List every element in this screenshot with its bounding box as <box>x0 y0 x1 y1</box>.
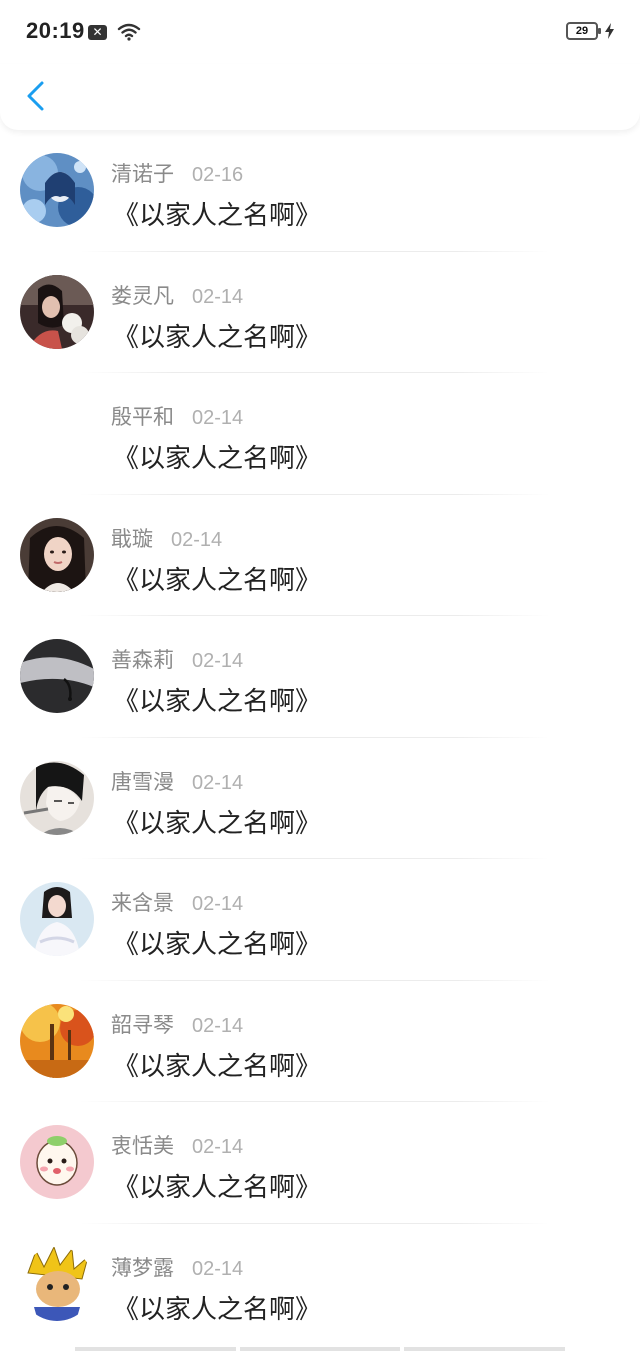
comment-text: 《以家人之名啊》 <box>113 1051 322 1082</box>
comment-meta: 薄梦露 02-14 <box>111 1252 243 1282</box>
avatar[interactable] <box>20 882 94 956</box>
user-name[interactable]: 韶寻琴 <box>111 1009 174 1039</box>
avatar[interactable] <box>20 1125 94 1199</box>
comment-item[interactable]: 唐雪漫 02-14 《以家人之名啊》 <box>0 738 640 859</box>
battery-level: 29 <box>575 25 589 37</box>
comment-item[interactable]: 韶寻琴 02-14 《以家人之名啊》 <box>0 981 640 1102</box>
user-name[interactable]: 薄梦露 <box>111 1252 174 1282</box>
comment-meta: 衷恬美 02-14 <box>111 1130 243 1160</box>
comment-text: 《以家人之名啊》 <box>113 1173 322 1203</box>
avatar[interactable] <box>20 760 94 835</box>
avatar[interactable] <box>20 153 94 227</box>
comment-text: 《以家人之名啊》 <box>113 687 322 717</box>
avatar[interactable] <box>20 639 94 713</box>
user-name[interactable]: 来含景 <box>111 887 174 917</box>
user-name[interactable]: 善森莉 <box>111 644 174 674</box>
chevron-left-icon <box>27 81 44 111</box>
notification-close-icon: ✕ <box>88 24 107 40</box>
charging-icon <box>605 23 614 39</box>
comment-text: 《以家人之名啊》 <box>113 1294 322 1325</box>
comment-date: 02-14 <box>192 650 244 672</box>
comment-meta: 来含景 02-14 <box>111 887 243 917</box>
user-name[interactable]: 殷平和 <box>111 401 174 431</box>
comment-meta: 娄灵凡 02-14 <box>111 280 243 310</box>
status-icons: ✕ <box>88 23 141 41</box>
comment-text: 《以家人之名啊》 <box>113 322 322 353</box>
comment-text: 《以家人之名啊》 <box>113 201 322 231</box>
comment-meta: 殷平和 02-14 <box>111 401 243 431</box>
comment-date: 02-14 <box>171 528 223 551</box>
avatar[interactable] <box>20 1003 94 1078</box>
comment-item[interactable]: 善森莉 02-14 《以家人之名啊》 <box>0 616 640 738</box>
header <box>0 64 640 130</box>
comment-list: 清诺子 02-16 《以家人之名啊》 娄灵凡 02-14 《以家人之名啊》 殷平… <box>0 130 640 1345</box>
comment-date: 02-14 <box>192 893 244 915</box>
avatar[interactable] <box>20 396 94 470</box>
comment-date: 02-14 <box>192 407 244 429</box>
user-name[interactable]: 娄灵凡 <box>111 280 174 310</box>
comment-meta: 唐雪漫 02-14 <box>111 766 243 796</box>
status-bar: 20:19 ✕ 29 <box>0 0 640 64</box>
user-name[interactable]: 戢璇 <box>111 523 153 553</box>
comment-item[interactable]: 戢璇 02-14 《以家人之名啊》 <box>0 495 640 616</box>
comment-text: 《以家人之名啊》 <box>113 808 322 839</box>
user-name[interactable]: 衷恬美 <box>111 1130 174 1160</box>
bottom-scroll-indicator <box>75 1347 566 1351</box>
user-name[interactable]: 清诺子 <box>111 158 174 188</box>
user-name[interactable]: 唐雪漫 <box>111 766 174 796</box>
comment-date: 02-14 <box>192 1257 244 1280</box>
wifi-icon <box>117 23 141 41</box>
comment-item[interactable]: 来含景 02-14 《以家人之名啊》 <box>0 859 640 981</box>
comment-date: 02-14 <box>192 1014 244 1037</box>
comment-date: 02-14 <box>192 285 244 308</box>
avatar[interactable] <box>20 1246 94 1321</box>
comment-meta: 善森莉 02-14 <box>111 644 243 674</box>
comment-item[interactable]: 衷恬美 02-14 《以家人之名啊》 <box>0 1102 640 1224</box>
avatar[interactable] <box>20 274 94 349</box>
comment-date: 02-16 <box>192 164 244 186</box>
comment-text: 《以家人之名啊》 <box>113 565 322 596</box>
comment-item[interactable]: 清诺子 02-16 《以家人之名啊》 <box>0 130 640 252</box>
comment-meta: 清诺子 02-16 <box>111 158 243 188</box>
comment-text: 《以家人之名啊》 <box>113 930 322 960</box>
comment-meta: 韶寻琴 02-14 <box>111 1009 243 1039</box>
comment-item[interactable]: 薄梦露 02-14 《以家人之名啊》 <box>0 1224 640 1346</box>
comment-date: 02-14 <box>192 1136 244 1158</box>
battery-indicator: 29 <box>566 22 614 40</box>
avatar[interactable] <box>20 517 94 592</box>
status-time: 20:19 <box>26 18 85 43</box>
back-button[interactable] <box>18 76 58 116</box>
battery-icon: 29 <box>566 22 601 40</box>
comment-date: 02-14 <box>192 771 244 794</box>
comment-item[interactable]: 娄灵凡 02-14 《以家人之名啊》 <box>0 252 640 373</box>
comment-item[interactable]: 殷平和 02-14 《以家人之名啊》 <box>0 373 640 495</box>
comment-meta: 戢璇 02-14 <box>111 523 222 553</box>
comment-text: 《以家人之名啊》 <box>113 444 322 474</box>
